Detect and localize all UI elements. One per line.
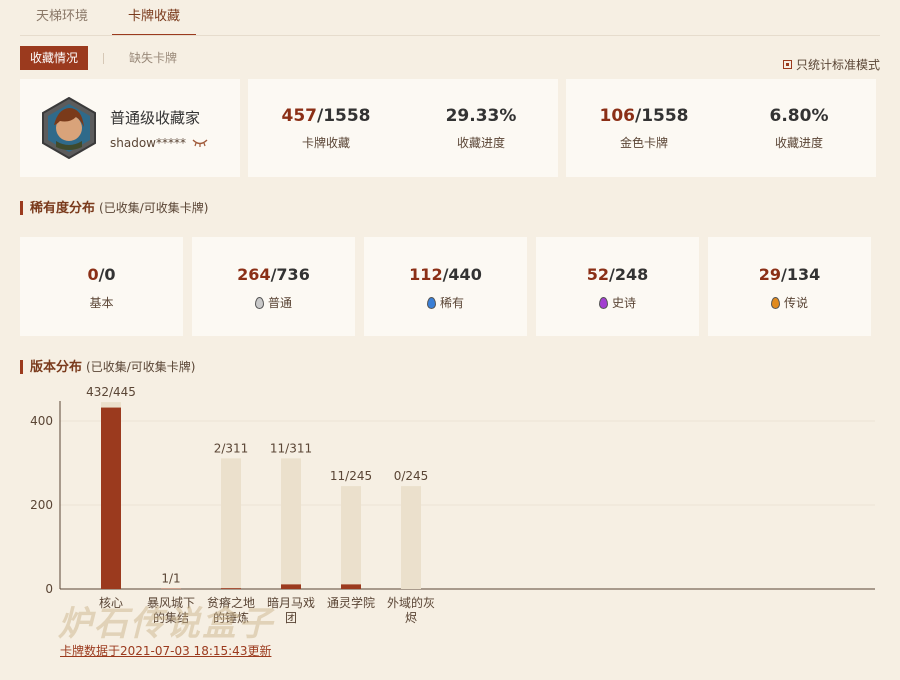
bar-total — [341, 486, 361, 589]
rarity-owned: 29 — [758, 265, 781, 284]
data-label: 1/1 — [161, 572, 180, 586]
bar-owned — [341, 584, 361, 589]
version-section-title: 版本分布 (已收集/可收集卡牌) — [20, 360, 196, 375]
data-label: 11/311 — [270, 441, 312, 455]
rarity-total: /736 — [270, 265, 310, 284]
rarity-total: /134 — [781, 265, 821, 284]
golden-progress: 6.80% — [769, 106, 829, 126]
rarity-card-basic: 0/0 基本 — [20, 237, 183, 336]
version-subtitle: (已收集/可收集卡牌) — [86, 360, 196, 374]
rarity-owned: 112 — [409, 265, 443, 284]
username-row: shadow***** — [110, 136, 208, 150]
rarity-title-text: 稀有度分布 — [30, 201, 96, 216]
subtab-collection-status[interactable]: 收藏情况 — [20, 46, 88, 70]
x-tick-label: 通灵学院 — [327, 595, 375, 610]
cards-progress-stat: 29.33% 收藏进度 — [421, 106, 541, 151]
x-tick-label: 外域的灰 — [387, 595, 435, 610]
tab-divider — [20, 35, 880, 36]
x-tick-label: 暗月马戏 — [267, 595, 315, 610]
collection-card: 457/1558 卡牌收藏 29.33% 收藏进度 — [248, 79, 558, 177]
y-tick-label: 400 — [30, 414, 53, 428]
rarity-card-common: 264/736 普通 — [192, 237, 355, 336]
watermark-logo: 炉石传说盒子 — [58, 604, 274, 644]
epic-gem-icon — [598, 296, 608, 309]
tab-ladder[interactable]: 天梯环境 — [20, 0, 104, 34]
x-tick-label: 团 — [285, 611, 297, 625]
common-gem-icon — [254, 296, 264, 309]
golden-progress-label: 收藏进度 — [774, 136, 823, 150]
standard-mode-label: 只统计标准模式 — [795, 58, 880, 72]
rarity-subtitle: (已收集/可收集卡牌) — [99, 201, 209, 215]
tab-card-collection[interactable]: 卡牌收藏 — [112, 0, 196, 36]
rarity-label: 传说 — [783, 296, 808, 310]
bar-total — [401, 486, 421, 589]
x-tick-label: 烬 — [405, 611, 417, 625]
rarity-label: 稀有 — [439, 296, 464, 310]
golden-label: 金色卡牌 — [619, 136, 668, 150]
rarity-card-legendary: 29/134 传说 — [708, 237, 871, 336]
rare-gem-icon — [426, 296, 436, 309]
eye-closed-icon[interactable] — [192, 138, 208, 148]
rarity-section-title: 稀有度分布 (已收集/可收集卡牌) — [20, 201, 209, 216]
bar-owned — [281, 584, 301, 589]
y-tick-label: 0 — [45, 582, 53, 596]
rarity-card-epic: 52/248 史诗 — [536, 237, 699, 336]
golden-owned-stat: 106/1558 金色卡牌 — [584, 106, 704, 151]
golden-card: 106/1558 金色卡牌 6.80% 收藏进度 — [566, 79, 876, 177]
cards-total: /1558 — [316, 106, 371, 126]
bar-total — [221, 458, 241, 589]
rarity-card-rare: 112/440 稀有 — [364, 237, 527, 336]
rarity-owned: 264 — [237, 265, 271, 284]
rarity-total: /248 — [609, 265, 649, 284]
cards-owned-stat: 457/1558 卡牌收藏 — [266, 106, 386, 151]
golden-total: /1558 — [634, 106, 689, 126]
data-label: 432/445 — [86, 385, 136, 399]
rarity-label: 史诗 — [611, 296, 636, 310]
rarity-total: /0 — [98, 265, 116, 284]
legendary-gem-icon — [770, 296, 780, 309]
standard-mode-toggle[interactable]: 只统计标准模式 — [782, 56, 880, 73]
rarity-label: 基本 — [89, 296, 114, 310]
rarity-owned: 52 — [586, 265, 609, 284]
profile-card: 普通级收藏家 shadow***** — [20, 79, 240, 177]
rarity-owned: 0 — [87, 265, 99, 284]
bar-owned — [101, 407, 121, 589]
rarity-total: /440 — [442, 265, 482, 284]
checkbox-icon[interactable] — [782, 60, 792, 69]
rank-title: 普通级收藏家 — [110, 109, 201, 127]
cards-owned: 457 — [281, 106, 317, 126]
subtab-separator — [103, 53, 104, 64]
y-tick-label: 200 — [30, 498, 53, 512]
golden-owned: 106 — [599, 106, 635, 126]
golden-progress-stat: 6.80% 收藏进度 — [739, 106, 859, 151]
bar-total — [281, 458, 301, 589]
version-title-text: 版本分布 — [30, 360, 83, 375]
username: shadow***** — [110, 136, 186, 150]
cards-label: 卡牌收藏 — [301, 136, 350, 150]
avatar — [42, 97, 96, 159]
data-updated-link[interactable]: 卡牌数据于2021-07-03 18:15:43更新 — [60, 642, 271, 659]
cards-progress-label: 收藏进度 — [456, 136, 505, 150]
bar-owned — [221, 588, 241, 589]
data-label: 11/245 — [330, 469, 372, 483]
cards-progress: 29.33% — [445, 106, 517, 126]
data-label: 2/311 — [214, 441, 249, 455]
data-label: 0/245 — [394, 469, 429, 483]
subtab-missing-cards[interactable]: 缺失卡牌 — [129, 46, 177, 70]
rarity-label: 普通 — [267, 296, 292, 310]
